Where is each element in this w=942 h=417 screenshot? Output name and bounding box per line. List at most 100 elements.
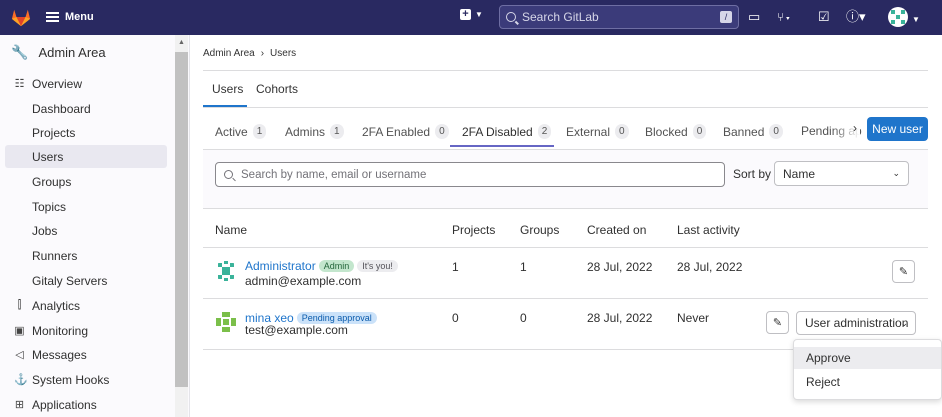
menu-button[interactable]: Menu xyxy=(46,8,94,26)
sidebar-item-label: Runners xyxy=(32,248,78,263)
tab-count-badge: 1 xyxy=(252,124,267,139)
todos-icon[interactable]: ☑ xyxy=(818,9,830,25)
pencil-square-icon: ✎ xyxy=(898,266,909,278)
tab-cohorts[interactable]: Cohorts xyxy=(256,82,298,96)
groups-count: 0 xyxy=(520,311,527,325)
tab-label: Banned xyxy=(723,124,765,139)
divider xyxy=(203,107,928,108)
sidebar-item-topics[interactable]: Topics xyxy=(5,195,167,218)
active-tab-indicator xyxy=(450,145,554,147)
sidebar-item-overview[interactable]: ☷ Overview xyxy=(5,72,167,95)
sidebar-item-label: System Hooks xyxy=(32,372,110,387)
top-navbar: Menu + ▼ Search GitLab / ▭ ⑂▾ ☑ ⓘ▾ ▼ xyxy=(0,0,942,35)
tab-banned[interactable]: Banned 0 xyxy=(723,124,783,139)
sidebar-scrollbar-thumb[interactable] xyxy=(175,52,188,387)
tab-count-badge: 0 xyxy=(615,124,629,139)
sidebar-item-groups[interactable]: Groups xyxy=(5,170,167,193)
divider xyxy=(203,349,793,350)
sidebar-item-jobs[interactable]: Jobs xyxy=(5,219,167,242)
issues-icon[interactable]: ▭ xyxy=(748,9,760,25)
reject-menu-item[interactable]: Reject xyxy=(794,371,941,393)
sidebar-item-users[interactable]: Users xyxy=(5,145,167,168)
divider xyxy=(203,70,928,71)
sidebar-header[interactable]: 🔧 Admin Area xyxy=(0,35,175,70)
administrator-avatar[interactable] xyxy=(215,260,237,282)
sidebar-item-messages[interactable]: ◁ Messages xyxy=(5,343,167,366)
user-administration-dropdown[interactable]: User administration ⌄ xyxy=(796,311,916,335)
breadcrumb-users[interactable]: Users xyxy=(270,48,296,59)
sidebar-item-label: Users xyxy=(32,149,64,164)
sidebar-item-system-hooks[interactable]: ⚓ System Hooks xyxy=(5,368,167,391)
new-user-button[interactable]: New user xyxy=(867,117,928,141)
search-icon xyxy=(224,170,233,179)
sidebar-item-applications[interactable]: ⊞ Applications xyxy=(5,393,167,416)
tab-count-badge: 2 xyxy=(537,124,552,139)
new-dropdown-button[interactable]: + ▼ xyxy=(460,9,483,20)
chevron-down-icon: ▼ xyxy=(475,10,483,19)
breadcrumb-admin-area[interactable]: Admin Area xyxy=(203,48,255,59)
analytics-icon: ⫿ xyxy=(17,299,22,311)
user-administration-menu: Approve Reject xyxy=(793,339,942,400)
column-header-created-on: Created on xyxy=(587,223,647,237)
tab-2fa-enabled[interactable]: 2FA Enabled 0 xyxy=(362,124,449,139)
gitlab-logo-icon[interactable] xyxy=(10,7,32,27)
merge-requests-icon[interactable]: ⑂▾ xyxy=(777,9,791,25)
tab-label: External xyxy=(566,124,611,139)
column-header-projects: Projects xyxy=(452,223,496,237)
sidebar-item-label: Monitoring xyxy=(32,323,89,338)
monitoring-icon: ▣ xyxy=(14,325,25,337)
tab-label: 2FA Enabled xyxy=(362,124,431,139)
sidebar-item-monitoring[interactable]: ▣ Monitoring xyxy=(5,319,167,342)
last-activity: Never xyxy=(677,311,710,325)
sidebar-item-label: Messages xyxy=(32,347,87,362)
user-email: admin@example.com xyxy=(245,274,362,288)
avatar-chevron-icon[interactable]: ▼ xyxy=(912,12,920,28)
user-email: test@example.com xyxy=(245,323,348,337)
search-shortcut-key: / xyxy=(720,11,732,23)
approve-menu-item[interactable]: Approve xyxy=(794,347,941,369)
column-header-name: Name xyxy=(215,223,248,237)
applications-icon: ⊞ xyxy=(14,399,25,411)
sidebar-item-analytics[interactable]: ⫿ Analytics xyxy=(5,294,167,317)
sidebar-item-runners[interactable]: Runners xyxy=(5,244,167,267)
tab-active[interactable]: Active 1 xyxy=(215,124,267,139)
tab-external[interactable]: External 0 xyxy=(566,124,629,139)
tab-2fa-disabled[interactable]: 2FA Disabled 2 xyxy=(462,124,552,139)
sidebar-item-dashboard[interactable]: Dashboard xyxy=(5,97,167,120)
tab-admins[interactable]: Admins 1 xyxy=(285,124,344,139)
plus-square-icon: + xyxy=(460,9,471,20)
edit-user-button[interactable]: ✎ xyxy=(766,311,789,334)
user-avatar[interactable] xyxy=(888,7,908,27)
sort-dropdown[interactable]: Name ⌄ xyxy=(774,161,909,186)
tabs-scroll-right-icon[interactable]: › xyxy=(853,121,857,135)
groups-count: 1 xyxy=(520,260,527,274)
user-search-input[interactable]: Search by name, email or username xyxy=(215,162,725,187)
tab-count-badge: 0 xyxy=(692,124,707,139)
help-icon[interactable]: ⓘ▾ xyxy=(846,9,866,25)
sidebar-item-label: Applications xyxy=(32,397,97,412)
admin-badge: Admin xyxy=(318,260,355,272)
tab-blocked[interactable]: Blocked 0 xyxy=(645,124,707,139)
mina-xeo-avatar[interactable] xyxy=(215,311,237,333)
sidebar: 🔧 Admin Area ☷ Overview Dashboard Projec… xyxy=(0,35,190,417)
edit-user-button[interactable]: ✎ xyxy=(892,260,915,283)
sidebar-item-label: Groups xyxy=(32,174,72,189)
tab-users[interactable]: Users xyxy=(212,82,243,96)
chevron-down-icon: ⌄ xyxy=(892,168,900,178)
pencil-square-icon: ✎ xyxy=(772,317,783,329)
breadcrumb: Admin Area › Users xyxy=(203,48,296,59)
breadcrumb-separator-icon: › xyxy=(260,48,265,59)
sidebar-item-gitaly-servers[interactable]: Gitaly Servers xyxy=(5,269,167,292)
wrench-icon: 🔧 xyxy=(11,44,29,60)
sidebar-item-label: Gitaly Servers xyxy=(32,273,108,288)
sidebar-item-projects[interactable]: Projects xyxy=(5,121,167,144)
user-administration-label: User administration xyxy=(805,316,909,330)
scroll-up-icon[interactable]: ▲ xyxy=(178,39,185,46)
sidebar-item-label: Projects xyxy=(32,125,76,140)
user-name-link[interactable]: Administrator xyxy=(245,259,316,273)
tab-label: 2FA Disabled xyxy=(462,124,533,139)
global-search-placeholder: Search GitLab xyxy=(522,10,599,24)
created-on: 28 Jul, 2022 xyxy=(587,311,653,325)
global-search-input[interactable]: Search GitLab / xyxy=(499,5,739,29)
tab-label: Blocked xyxy=(645,124,688,139)
